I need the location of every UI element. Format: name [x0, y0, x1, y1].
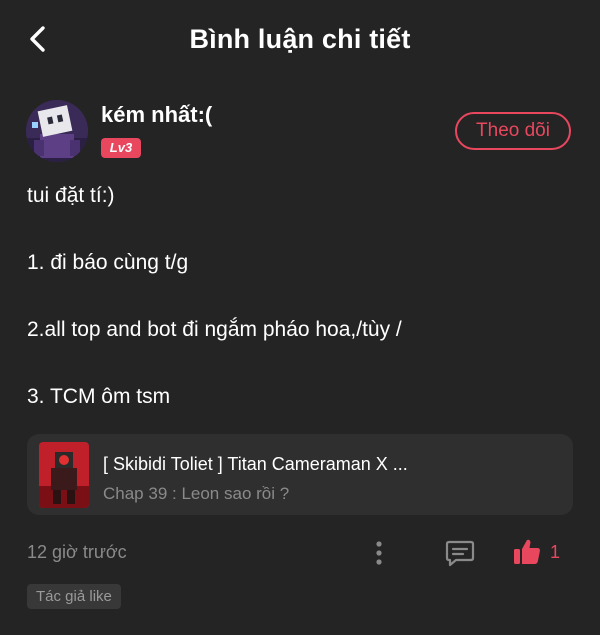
story-card[interactable]: [ Skibidi Toliet ] Titan Cameraman X ...…	[27, 434, 573, 515]
comment-line: 1. đi báo cùng t/g	[27, 251, 189, 274]
avatar-image	[26, 100, 88, 162]
comment-line: 2.all top and bot đi ngắm pháo hoa,/tùy …	[27, 318, 402, 341]
page-title: Bình luận chi tiết	[189, 24, 411, 54]
comment-body: tui đặt tí:) 1. đi báo cùng t/g 2.all to…	[27, 181, 573, 412]
line-break	[27, 345, 573, 382]
comment-actions: 12 giờ trước 1	[0, 530, 600, 576]
like-button[interactable]	[512, 537, 542, 567]
level-badge: Lv3	[101, 138, 141, 158]
more-vertical-icon	[376, 541, 382, 565]
story-chapter: Chap 39 : Leon sao rồi ?	[103, 484, 290, 503]
reply-button[interactable]	[444, 538, 476, 568]
story-cover-image	[39, 442, 89, 508]
comment-timestamp: 12 giờ trước	[27, 542, 127, 562]
like-count: 1	[550, 542, 561, 562]
story-title: [ Skibidi Toliet ] Titan Cameraman X ...	[103, 454, 408, 474]
top-bar: Bình luận chi tiết	[0, 0, 600, 84]
more-options-button[interactable]	[366, 538, 392, 568]
comment-author: kém nhất:( Lv3 Theo dõi	[0, 92, 600, 172]
line-break	[27, 278, 573, 315]
comment-line: 3. TCM ôm tsm	[27, 385, 171, 408]
username[interactable]: kém nhất:(	[101, 102, 212, 128]
avatar[interactable]	[26, 100, 88, 162]
comment-icon	[445, 540, 475, 567]
follow-button[interactable]: Theo dõi	[455, 112, 571, 150]
line-break	[27, 211, 573, 248]
thumbs-up-icon	[514, 539, 540, 564]
story-thumbnail	[39, 442, 89, 508]
comment-line: tui đặt tí:)	[27, 184, 115, 207]
author-liked-badge: Tác giả like	[27, 584, 121, 609]
